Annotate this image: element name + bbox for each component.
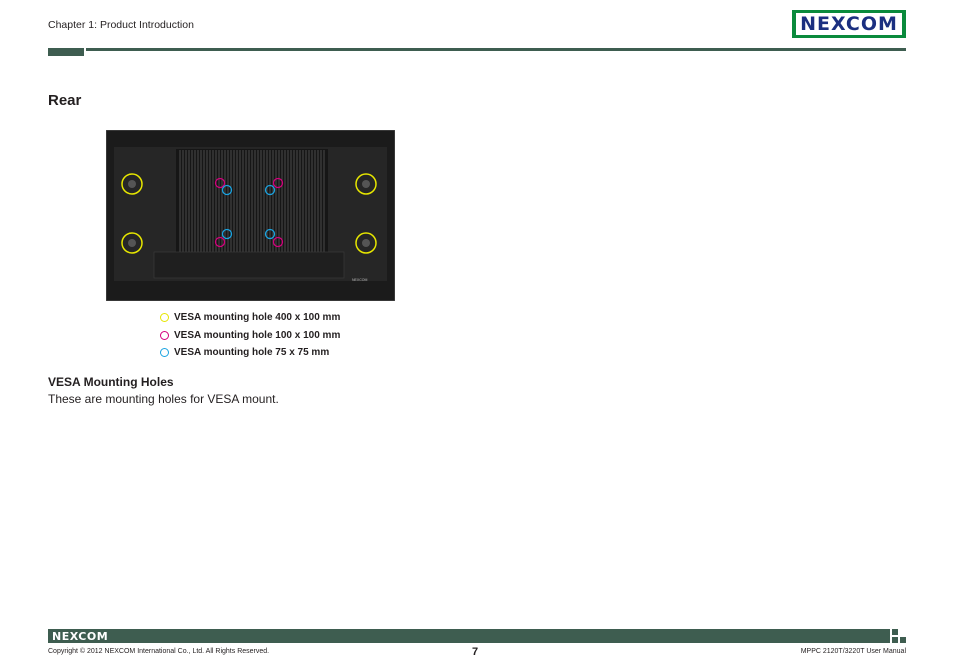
legend: VESA mounting hole 400 x 100 mm VESA mou… [160,309,340,362]
nexcom-logo: NEXCOM [792,10,906,38]
legend-item: VESA mounting hole 75 x 75 mm [160,344,340,362]
legend-label: VESA mounting hole 100 x 100 mm [174,329,341,341]
rear-panel-photo: NEXCOM [106,130,395,301]
legend-label: VESA mounting hole 75 x 75 mm [174,347,330,359]
yellow-ring-icon [160,313,169,323]
footer-logo: NEXCOM [52,629,109,643]
description-text: These are mounting holes for VESA mount. [48,392,279,406]
header-rule [86,48,906,51]
legend-item: VESA mounting hole 400 x 100 mm [160,309,340,327]
footer-square [900,637,906,643]
footer-square [892,629,898,635]
footer-square [892,637,898,643]
manual-title: MPPC 2120T/3220T User Manual [800,648,906,655]
chapter-heading: Chapter 1: Product Introduction [48,19,194,31]
copyright-text: Copyright © 2012 NEXCOM International Co… [48,648,270,655]
header-rule-accent [48,48,84,56]
footer-bar: NEXCOM [48,629,890,643]
page-number: 7 [472,646,479,658]
magenta-ring-icon [160,330,169,340]
cyan-ring-icon [160,348,169,358]
legend-item: VESA mounting hole 100 x 100 mm [160,327,340,345]
legend-label: VESA mounting hole 400 x 100 mm [174,312,341,324]
logo-text: NEXCOM [796,13,902,35]
case-label: NEXCOM [352,278,367,282]
subsection-title: VESA Mounting Holes [48,375,174,389]
section-title: Rear [48,92,82,109]
